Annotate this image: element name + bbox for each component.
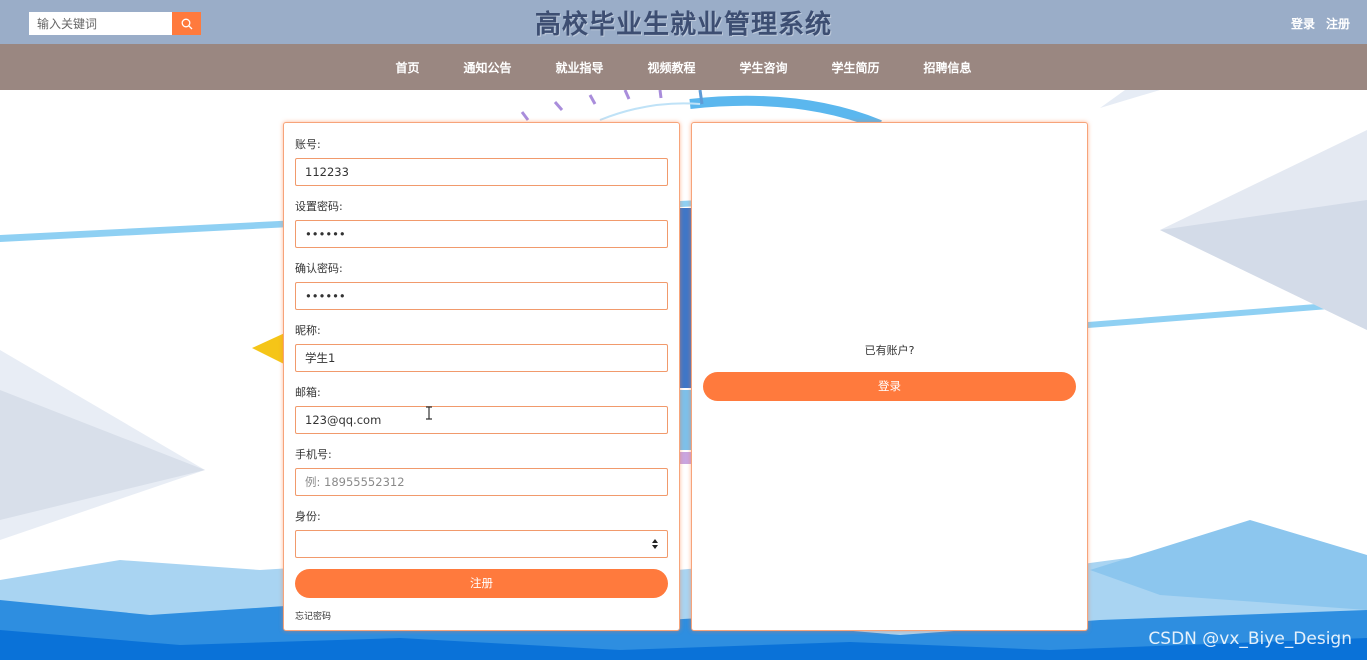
top-header: 高校毕业生就业管理系统 登录 注册 (0, 0, 1367, 44)
nickname-label: 昵称: (295, 324, 321, 337)
nav-item-notices[interactable]: 通知公告 (463, 59, 511, 76)
nav-item-video-tutorials[interactable]: 视频教程 (647, 59, 695, 76)
login-prompt-panel: 已有账户? 登录 (691, 122, 1088, 631)
select-arrows-icon (652, 539, 658, 549)
password-label: 设置密码: (295, 200, 343, 213)
role-select[interactable] (295, 530, 668, 558)
account-field: 账号: (295, 135, 668, 186)
role-label: 身份: (295, 510, 321, 523)
background-illustration (0, 90, 1367, 660)
nickname-field: 昵称: (295, 321, 668, 372)
password-field: 设置密码: (295, 197, 668, 248)
login-button[interactable]: 登录 (703, 372, 1076, 401)
nav-item-career-guidance[interactable]: 就业指导 (555, 59, 603, 76)
nav-item-home[interactable]: 首页 (395, 59, 419, 76)
email-label: 邮箱: (295, 386, 321, 399)
nav-item-student-resume[interactable]: 学生简历 (832, 59, 880, 76)
header-login-link[interactable]: 登录 (1291, 15, 1315, 32)
confirm-password-label: 确认密码: (295, 262, 343, 275)
main-nav: 首页 通知公告 就业指导 视频教程 学生咨询 学生简历 招聘信息 (0, 44, 1367, 90)
account-label: 账号: (295, 138, 321, 151)
phone-label: 手机号: (295, 448, 332, 461)
password-input[interactable] (295, 220, 668, 248)
phone-input[interactable] (295, 468, 668, 496)
register-panel: 账号: 设置密码: 确认密码: 昵称: 邮箱: 手机号: 身份: 注册 忘记密码 (283, 122, 680, 631)
watermark: CSDN @vx_Biye_Design (1148, 629, 1352, 649)
header-register-link[interactable]: 注册 (1326, 15, 1350, 32)
text-cursor-icon (426, 406, 432, 420)
email-field: 邮箱: (295, 383, 668, 434)
nav-item-job-postings[interactable]: 招聘信息 (924, 59, 972, 76)
have-account-text: 已有账户? (864, 344, 915, 357)
auth-links: 登录 注册 (1291, 15, 1350, 32)
confirm-password-field: 确认密码: (295, 259, 668, 310)
phone-field: 手机号: (295, 445, 668, 496)
account-input[interactable] (295, 158, 668, 186)
email-input[interactable] (295, 406, 668, 434)
forgot-password-link[interactable]: 忘记密码 (295, 609, 331, 622)
confirm-password-input[interactable] (295, 282, 668, 310)
site-title: 高校毕业生就业管理系统 (534, 10, 832, 40)
register-button[interactable]: 注册 (295, 569, 668, 598)
role-field: 身份: (295, 507, 668, 558)
nav-item-student-consult[interactable]: 学生咨询 (740, 59, 788, 76)
nickname-input[interactable] (295, 344, 668, 372)
